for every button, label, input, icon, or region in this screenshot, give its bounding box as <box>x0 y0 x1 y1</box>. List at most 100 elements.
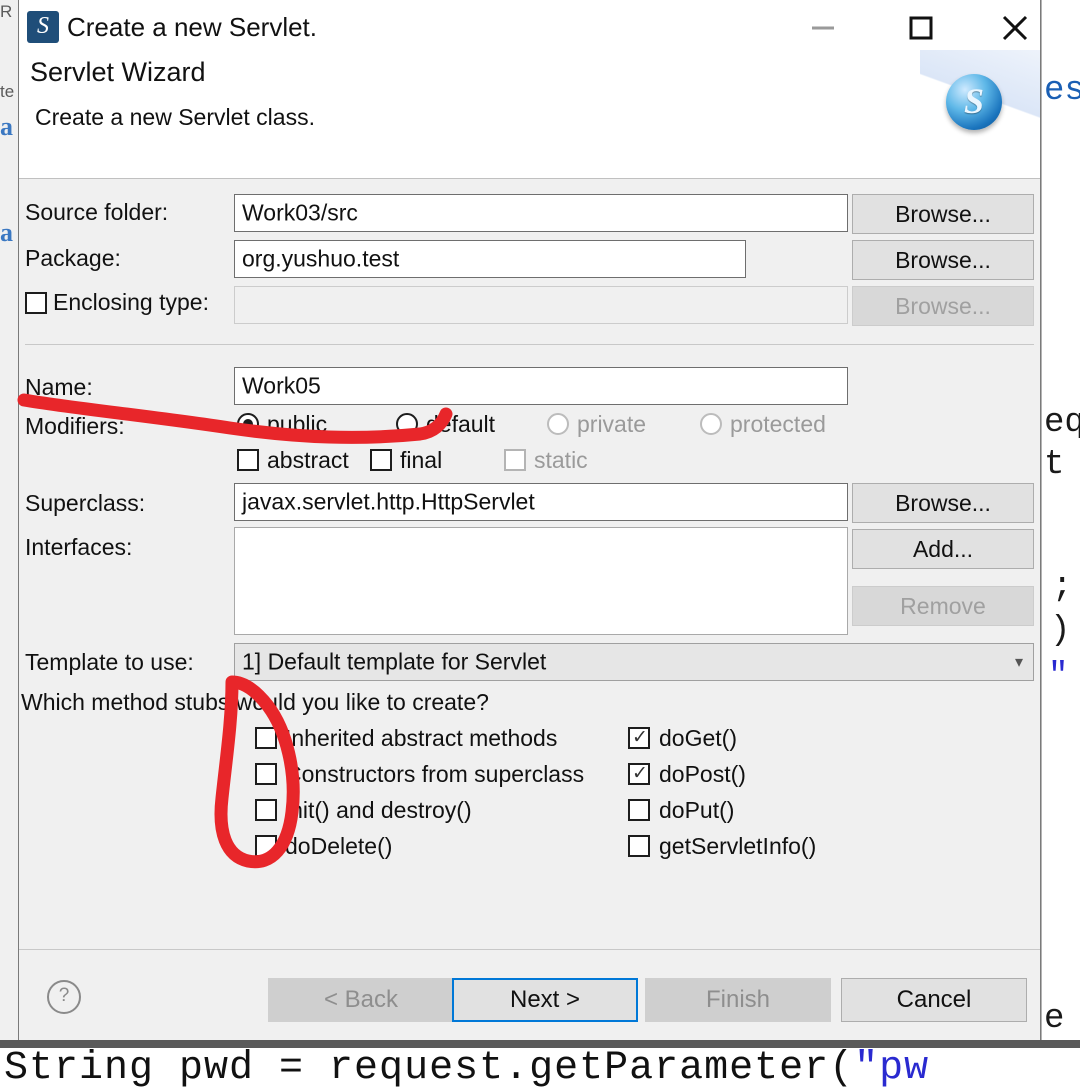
dialog-body: Source folder: Work03/src Browse... Pack… <box>19 179 1040 949</box>
stub-label-doget: doGet() <box>659 725 737 751</box>
help-icon[interactable]: ? <box>47 980 81 1014</box>
servlet-app-icon-glyph: S <box>37 13 49 39</box>
superclass-input[interactable]: javax.servlet.http.HttpServlet <box>234 483 848 521</box>
modifier-radio-protected <box>700 413 722 435</box>
name-value: Work05 <box>242 372 321 399</box>
chevron-down-icon: ▾ <box>1014 654 1023 671</box>
package-value: org.yushuo.test <box>242 245 400 272</box>
stub-checkbox-inherited-abstract-methods[interactable] <box>255 727 277 749</box>
minimize-icon[interactable] <box>790 0 856 56</box>
background-code-fragment: ; <box>1052 568 1073 606</box>
modifier-checkbox-abstract[interactable] <box>237 449 259 471</box>
stub-label-constructors-from-superclass: Constructors from superclass <box>285 761 585 787</box>
cancel-button[interactable]: Cancel <box>841 978 1027 1022</box>
package-input[interactable]: org.yushuo.test <box>234 240 746 278</box>
stub-checkbox-doput[interactable] <box>628 799 650 821</box>
servlet-wizard-dialog: S Create a new Servlet. S Servlet Wizard… <box>18 0 1041 1040</box>
servlet-orb-icon: S <box>946 74 1002 130</box>
background-left-file-icon: a <box>0 218 13 247</box>
superclass-label: Superclass: <box>25 490 146 516</box>
background-code-fragment: " <box>1048 658 1069 696</box>
radio-dot <box>243 419 253 429</box>
background-left-panel <box>0 0 20 1040</box>
modifier-label-private: private <box>577 411 647 437</box>
modifier-label-default: default <box>426 411 496 437</box>
modifier-label-final: final <box>400 447 443 473</box>
stub-label-doput: doPut() <box>659 797 735 823</box>
modifier-label-static: static <box>534 447 588 473</box>
template-label: Template to use: <box>25 649 194 675</box>
stub-label-getservletinfo: getServletInfo() <box>659 833 817 859</box>
modifier-checkbox-final[interactable] <box>370 449 392 471</box>
name-label: Name: <box>25 374 93 400</box>
checkmark-icon: ✓ <box>632 727 648 748</box>
background-code-text: String pwd = request.getParameter("pw <box>4 1046 929 1088</box>
enclosing-type-input[interactable] <box>234 286 848 324</box>
code-string-literal: "pw <box>854 1046 930 1088</box>
modifier-label-public: public <box>267 411 328 437</box>
modifier-radio-public[interactable] <box>237 413 259 435</box>
name-input[interactable]: Work05 <box>234 367 848 405</box>
background-code-fragment: t <box>1044 446 1065 484</box>
code-text: String pwd = request.getParameter( <box>4 1046 855 1088</box>
background-code-fragment: est <box>1044 72 1080 110</box>
package-browse-button[interactable]: Browse... <box>852 240 1034 280</box>
stub-checkbox-init-and-destroy[interactable] <box>255 799 277 821</box>
background-code-fragment: e <box>1044 1000 1065 1038</box>
source-folder-value: Work03/src <box>242 199 358 226</box>
background-left-fragment: R <box>0 2 13 21</box>
interfaces-add-button[interactable]: Add... <box>852 529 1034 569</box>
background-code-fragment: ) <box>1050 612 1071 650</box>
finish-button[interactable]: Finish <box>645 978 831 1022</box>
dialog-titlebar: S Create a new Servlet. <box>19 0 1040 56</box>
template-value: 1] Default template for Servlet <box>242 648 547 675</box>
wizard-banner: S Servlet Wizard Create a new Servlet cl… <box>19 50 1040 178</box>
interfaces-remove-button[interactable]: Remove <box>852 586 1034 626</box>
stub-checkbox-constructors-from-superclass[interactable] <box>255 763 277 785</box>
background-code-fragment: eq <box>1044 404 1080 442</box>
stub-checkbox-getservletinfo[interactable] <box>628 835 650 857</box>
enclosing-type-label: Enclosing type: <box>53 289 209 315</box>
modifier-label-abstract: abstract <box>267 447 349 473</box>
servlet-app-icon: S <box>27 11 59 43</box>
background-left-file-icon: a <box>0 112 13 141</box>
back-button[interactable]: < Back <box>268 978 454 1022</box>
modifier-radio-private <box>547 413 569 435</box>
stub-checkbox-dodelete[interactable] <box>255 835 277 857</box>
background-right-editor: est eq t ; ) " e <box>1041 0 1080 1040</box>
package-label: Package: <box>25 245 121 271</box>
template-dropdown[interactable]: 1] Default template for Servlet ▾ <box>234 643 1034 681</box>
source-folder-label: Source folder: <box>25 199 169 225</box>
stub-label-dopost: doPost() <box>659 761 746 787</box>
superclass-browse-button[interactable]: Browse... <box>852 483 1034 523</box>
dialog-footer: ? < Back Next > Finish Cancel <box>19 949 1040 1040</box>
stub-label-dodelete: doDelete() <box>285 833 393 859</box>
stub-checkbox-dopost[interactable]: ✓ <box>628 763 650 785</box>
close-icon[interactable] <box>982 0 1048 56</box>
modifier-label-protected: protected <box>730 411 826 437</box>
source-folder-browse-button[interactable]: Browse... <box>852 194 1034 234</box>
checkmark-icon: ✓ <box>632 763 648 784</box>
interfaces-label: Interfaces: <box>25 534 133 560</box>
enclosing-type-browse-button[interactable]: Browse... <box>852 286 1034 326</box>
modifiers-label: Modifiers: <box>25 413 125 439</box>
dialog-title: Create a new Servlet. <box>67 12 318 42</box>
source-folder-input[interactable]: Work03/src <box>234 194 848 232</box>
section-divider-1 <box>25 344 1034 345</box>
interfaces-list[interactable] <box>234 527 848 635</box>
method-stubs-question: Which method stubs would you like to cre… <box>21 689 489 715</box>
stub-label-inherited-abstract-methods: Inherited abstract methods <box>285 725 558 751</box>
stub-checkbox-doget[interactable]: ✓ <box>628 727 650 749</box>
stub-label-init-and-destroy: init() and destroy() <box>285 797 472 823</box>
background-left-fragment: te <box>0 82 15 101</box>
background-code-editor-line: String pwd = request.getParameter("pw <box>0 1040 1080 1088</box>
servlet-orb-glyph: S <box>963 81 985 121</box>
next-button[interactable]: Next > <box>452 978 638 1022</box>
wizard-subtitle: Create a new Servlet class. <box>35 104 315 130</box>
wizard-title: Servlet Wizard <box>30 57 206 87</box>
superclass-value: javax.servlet.http.HttpServlet <box>242 488 535 515</box>
modifier-radio-default[interactable] <box>396 413 418 435</box>
modifier-checkbox-static <box>504 449 526 471</box>
enclosing-type-checkbox[interactable] <box>25 292 47 314</box>
maximize-icon[interactable] <box>888 0 954 56</box>
